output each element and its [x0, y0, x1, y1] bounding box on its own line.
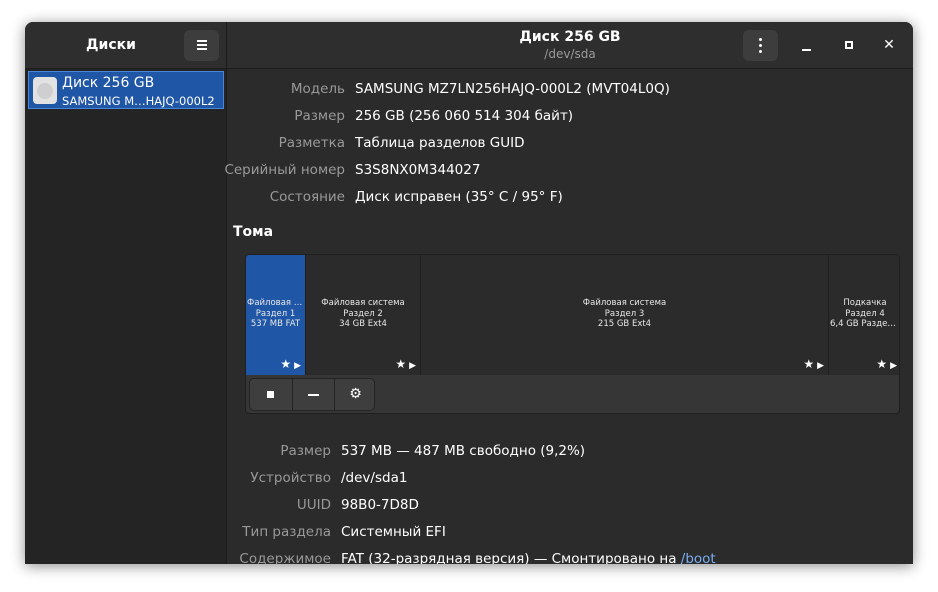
main-menu-button[interactable] — [184, 30, 219, 61]
disk-menu-button[interactable] — [743, 30, 778, 61]
disk-name: Диск 256 GB — [62, 75, 155, 91]
partition-status: ★ ▶ — [876, 357, 897, 371]
contents-value: FAT (32-разрядная версия) — Смонтировано… — [341, 551, 716, 564]
hamburger-icon — [197, 48, 207, 50]
model-label: Модель — [290, 81, 345, 97]
minimize-button[interactable] — [796, 34, 818, 56]
star-icon: ★ — [395, 357, 407, 371]
contents-text: FAT (32-разрядная версия) — Смонтировано… — [341, 551, 681, 564]
window-title: Диск 256 GB — [519, 29, 621, 45]
drive-icon — [33, 77, 57, 104]
partition-type-label: Тип раздела — [242, 524, 331, 540]
device-label: Устройство — [250, 470, 331, 486]
volumes-title: Тома — [233, 224, 274, 240]
uuid-label: UUID — [296, 497, 331, 513]
partition-status: ★ ▶ — [395, 357, 416, 371]
partition-4[interactable]: Подкачка Раздел 4 6,4 GB Раздел… ★ ▶ — [829, 255, 900, 375]
partition-label: Файловая с… Раздел 1 537 MB FAT — [247, 298, 305, 329]
partition-2[interactable]: Файловая система Раздел 2 34 GB Ext4 ★ ▶ — [306, 255, 421, 375]
star-icon: ★ — [876, 357, 888, 371]
partition-size-label: Размер — [280, 443, 331, 459]
size-value: 256 GB (256 060 514 304 байт) — [355, 108, 574, 124]
mounted-icon: ▶ — [294, 361, 301, 371]
partition-status: ★ ▶ — [280, 357, 301, 371]
disk-model: SAMSUNG M…HAJQ-000L2 — [62, 94, 215, 108]
disk-details: Модель SAMSUNG MZ7LN256HAJQ-000L2 (MVT04… — [224, 69, 913, 564]
sidebar-item-disk[interactable]: Диск 256 GB SAMSUNG M…HAJQ-000L2 — [28, 71, 224, 109]
partitioning-label: Разметка — [278, 135, 345, 151]
partition-3[interactable]: Файловая система Раздел 3 215 GB Ext4 ★ ▶ — [421, 255, 829, 375]
contents-label: Содержимое — [239, 551, 331, 564]
partition-label: Подкачка Раздел 4 6,4 GB Раздел… — [830, 298, 900, 329]
volume-toolbar: ⚙ — [249, 378, 375, 411]
health-label: Состояние — [269, 189, 345, 205]
mount-point-link[interactable]: /boot — [681, 551, 716, 564]
window-subtitle: /dev/sda — [544, 47, 596, 61]
delete-partition-button[interactable] — [292, 379, 334, 410]
window-title-block: Диск 256 GB /dev/sda — [485, 29, 655, 61]
mounted-icon: ▶ — [890, 361, 897, 371]
close-button[interactable]: ✕ — [878, 34, 900, 56]
disks-window: Диски Диск 256 GB /dev/sda ✕ Диск 256 GB… — [25, 22, 913, 564]
gears-icon: ⚙ — [349, 386, 362, 402]
partition-label: Файловая система Раздел 3 215 GB Ext4 — [582, 298, 667, 329]
partition-type-value: Системный EFI — [341, 524, 446, 540]
sidebar: Диск 256 GB SAMSUNG M…HAJQ-000L2 — [25, 69, 227, 564]
partition-options-button[interactable]: ⚙ — [334, 379, 376, 410]
model-value: SAMSUNG MZ7LN256HAJQ-000L2 (MVT04L0Q) — [355, 81, 670, 97]
star-icon: ★ — [803, 357, 815, 371]
serial-value: S3S8NX0M344027 — [355, 162, 481, 178]
partition-label: Файловая система Раздел 2 34 GB Ext4 — [321, 298, 405, 329]
kebab-icon — [759, 50, 762, 53]
maximize-button[interactable] — [838, 34, 860, 56]
partitioning-value: Таблица разделов GUID — [355, 135, 525, 151]
header-bar: Диски Диск 256 GB /dev/sda ✕ — [25, 22, 913, 69]
kebab-icon — [759, 44, 762, 47]
partition-1[interactable]: Файловая с… Раздел 1 537 MB FAT ★ ▶ — [246, 255, 306, 375]
hamburger-icon — [197, 44, 207, 46]
app-title: Диски — [86, 37, 136, 53]
uuid-value: 98B0-7D8D — [341, 497, 419, 513]
serial-label: Серийный номер — [224, 162, 345, 178]
size-label: Размер — [294, 108, 345, 124]
mounted-icon: ▶ — [817, 361, 824, 371]
health-value: Диск исправен (35° C / 95° F) — [355, 189, 563, 205]
device-value: /dev/sda1 — [341, 470, 408, 486]
unmount-button[interactable] — [250, 379, 292, 410]
mounted-icon: ▶ — [409, 361, 416, 371]
sidebar-header: Диски — [25, 22, 227, 69]
hamburger-icon — [197, 40, 207, 42]
volumes-map: Файловая с… Раздел 1 537 MB FAT ★ ▶ Файло… — [245, 254, 900, 414]
partition-size-value: 537 MB — 487 MB свободно (9,2%) — [341, 443, 586, 459]
partition-status: ★ ▶ — [803, 357, 824, 371]
star-icon: ★ — [280, 357, 292, 371]
kebab-icon — [759, 38, 762, 41]
